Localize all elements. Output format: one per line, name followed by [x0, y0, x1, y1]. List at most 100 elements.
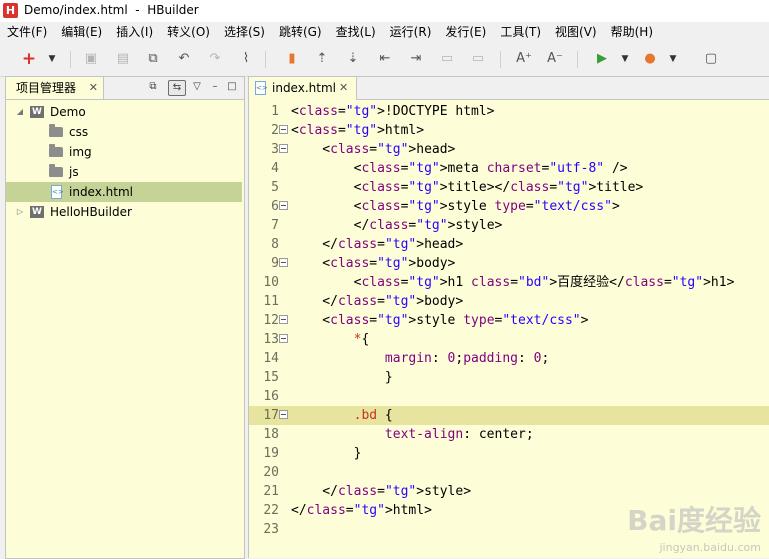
line-number: 19 [263, 446, 279, 461]
menu-run[interactable]: 运行(R) [383, 22, 439, 42]
code-line[interactable]: 17 .bd { [249, 406, 769, 425]
menu-tools[interactable]: 工具(T) [493, 22, 548, 42]
menu-edit[interactable]: 编辑(E) [54, 22, 109, 42]
tree-item-hellohbuilder[interactable]: ▷ W HelloHBuilder [6, 202, 242, 222]
code-line[interactable]: 14 margin: 0;padding: 0; [249, 349, 769, 368]
jump-down-icon[interactable]: ⇣ [345, 51, 361, 67]
code-line[interactable]: 19 } [249, 444, 769, 463]
menu-file[interactable]: 文件(F) [0, 22, 54, 42]
collapsed-arrow-icon[interactable]: ▷ [15, 202, 25, 222]
code-line[interactable]: 20 [249, 463, 769, 482]
code-line[interactable]: 7 </class="tg">style> [249, 216, 769, 235]
html-file-icon: <> [255, 81, 268, 95]
code-line[interactable]: 6 <class="tg">style type="text/css"> [249, 197, 769, 216]
html-file-icon: <> [51, 185, 64, 199]
go-end-icon[interactable]: ⇥ [408, 51, 424, 67]
properties-icon[interactable]: ⧉ [145, 51, 161, 67]
line-number: 18 [263, 427, 279, 442]
jump-up-icon[interactable]: ⇡ [314, 51, 330, 67]
font-decrease-icon[interactable]: A⁻ [547, 51, 563, 67]
font-increase-icon[interactable]: A⁺ [516, 51, 532, 67]
line-number: 5 [271, 180, 279, 195]
code-text: text-align: center; [384, 427, 534, 442]
close-icon[interactable]: ✕ [89, 77, 98, 99]
redo-icon[interactable]: ↷ [207, 51, 223, 67]
expanded-arrow-icon[interactable]: ◢ [15, 102, 25, 122]
tab-index-html[interactable]: <> index.html ✕ [249, 77, 357, 100]
line-number: 6 [271, 199, 279, 214]
view-menu-icon[interactable]: ▽ [190, 80, 204, 94]
code-text: <class="tg">!DOCTYPE html> [291, 104, 495, 119]
save-all-icon[interactable]: ▤ [115, 51, 131, 67]
tree-item-demo[interactable]: ◢ W Demo [6, 102, 242, 122]
title-bar: H Demo/index.html - HBuilder [0, 0, 769, 23]
tab-project-manager[interactable]: 项目管理器 ✕ [6, 77, 104, 99]
code-line[interactable]: 12 <class="tg">style type="text/css"> [249, 311, 769, 330]
help-icon[interactable]: ▢ [703, 51, 719, 67]
code-text: margin: 0;padding: 0; [384, 351, 550, 366]
comment-icon[interactable]: ▭ [439, 51, 455, 67]
fold-toggle-icon[interactable] [279, 315, 288, 324]
fold-toggle-icon[interactable] [279, 144, 288, 153]
save-icon[interactable]: ▣ [83, 51, 99, 67]
code-line[interactable]: 9 <class="tg">body> [249, 254, 769, 273]
code-text: <class="tg">style type="text/css"> [291, 199, 620, 214]
new-dropdown-icon[interactable]: ▼ [47, 51, 57, 67]
browser-dropdown-icon[interactable]: ▼ [668, 51, 678, 67]
menu-select[interactable]: 选择(S) [217, 22, 272, 42]
tree-item-img[interactable]: img [6, 142, 242, 162]
fold-toggle-icon[interactable] [279, 410, 288, 419]
line-number: 12 [263, 313, 279, 328]
code-line[interactable]: 5 <class="tg">title></class="tg">title> [249, 178, 769, 197]
code-text: } [291, 370, 393, 385]
run-icon[interactable]: ▶ [594, 51, 610, 67]
bookmark-icon[interactable]: ▮ [284, 51, 300, 67]
code-line[interactable]: 2 <class="tg">html> [249, 121, 769, 140]
code-line[interactable]: 13 *{ [249, 330, 769, 349]
collapse-all-icon[interactable]: ⧉ [146, 80, 160, 94]
new-icon[interactable]: + [21, 51, 37, 68]
code-line[interactable]: 15 } [249, 368, 769, 387]
fold-toggle-icon[interactable] [279, 334, 288, 343]
code-line[interactable]: 4 <class="tg">meta charset="utf-8" /> [249, 159, 769, 178]
code-line[interactable]: 3 <class="tg">head> [249, 140, 769, 159]
browser-icon[interactable]: ● [642, 51, 658, 67]
menu-view[interactable]: 视图(V) [548, 22, 604, 42]
format-icon[interactable]: ⌇ [238, 51, 254, 67]
uncomment-icon[interactable]: ▭ [470, 51, 486, 67]
menu-goto[interactable]: 跳转(G) [272, 22, 329, 42]
menu-publish[interactable]: 发行(E) [438, 22, 493, 42]
code-text: </class="tg">body> [291, 294, 464, 309]
code-line[interactable]: 16 [249, 387, 769, 406]
code-area[interactable]: 1 <class="tg">!DOCTYPE html> 2 <class="tg">… [249, 102, 769, 558]
code-line[interactable]: 8 </class="tg">head> [249, 235, 769, 254]
fold-toggle-icon[interactable] [279, 258, 288, 267]
menu-find[interactable]: 查找(L) [329, 22, 383, 42]
line-number: 1 [271, 104, 279, 119]
line-number: 15 [263, 370, 279, 385]
code-line[interactable]: 18 text-align: center; [249, 425, 769, 444]
line-number: 22 [263, 503, 279, 518]
run-dropdown-icon[interactable]: ▼ [620, 51, 630, 67]
toolbar: + ▼ ▣ ▤ ⧉ ↶ ↷ ⌇ ▮ ⇡ ⇣ ⇤ ⇥ ▭ ▭ A⁺ A⁻ ▶ ▼ … [0, 42, 769, 77]
code-text: </class="tg">html> [291, 503, 432, 518]
maximize-icon[interactable]: □ [225, 80, 239, 94]
go-start-icon[interactable]: ⇤ [377, 51, 393, 67]
link-editor-icon[interactable]: ⇆ [168, 80, 186, 96]
code-line[interactable]: 1 <class="tg">!DOCTYPE html> [249, 102, 769, 121]
fold-toggle-icon[interactable] [279, 201, 288, 210]
menu-insert[interactable]: 插入(I) [109, 22, 160, 42]
tree-item-js[interactable]: js [6, 162, 242, 182]
tree-item-index-html[interactable]: <> index.html [6, 182, 242, 202]
close-icon[interactable]: ✕ [339, 81, 348, 94]
line-number: 11 [263, 294, 279, 309]
fold-toggle-icon[interactable] [279, 125, 288, 134]
undo-icon[interactable]: ↶ [176, 51, 192, 67]
menu-escape[interactable]: 转义(O) [160, 22, 217, 42]
code-line[interactable]: 10 <class="tg">h1 class="bd">百度经验</class… [249, 273, 769, 292]
code-text: <class="tg">html> [291, 123, 425, 138]
menu-help[interactable]: 帮助(H) [604, 22, 660, 42]
tree-item-css[interactable]: css [6, 122, 242, 142]
minimize-icon[interactable]: – [208, 80, 222, 94]
code-line[interactable]: 11 </class="tg">body> [249, 292, 769, 311]
